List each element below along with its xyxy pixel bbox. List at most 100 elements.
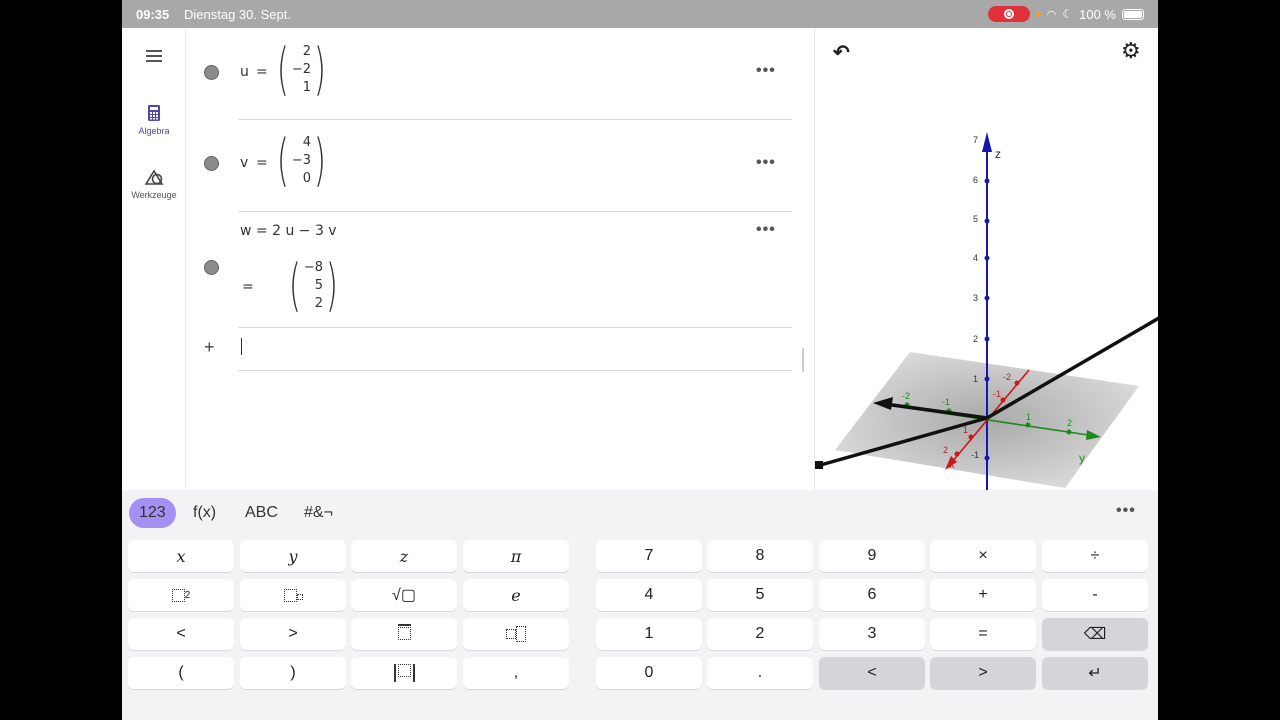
vector-v[interactable]: ( 4 −3 0 ): [272, 133, 331, 189]
visibility-toggle[interactable]: [204, 260, 219, 275]
z-tick-label: 3: [973, 293, 978, 303]
more-options-icon[interactable]: •••: [756, 221, 776, 239]
status-time: 09:35: [136, 7, 170, 22]
placeholder-box-icon: [397, 664, 411, 677]
z-tick-label: 4: [973, 253, 978, 263]
key-multiply[interactable]: ×: [930, 540, 1036, 572]
placeholder-box-icon: [506, 629, 516, 639]
entry-definition[interactable]: w = 2 u − 3 v: [240, 223, 337, 239]
vector-component: 1: [302, 80, 312, 95]
tab-123[interactable]: 123: [129, 498, 176, 528]
sidebar-item-werkzeuge[interactable]: Werkzeuge: [122, 168, 186, 200]
vector-component: 2: [314, 296, 324, 311]
moon-icon: ☾: [1062, 7, 1074, 21]
more-options-icon[interactable]: •••: [756, 154, 776, 172]
key-2[interactable]: 2: [707, 618, 813, 650]
key-greater-than[interactable]: >: [240, 618, 346, 650]
entry-equals: =: [256, 64, 268, 80]
y-tick-label: -1: [942, 397, 950, 407]
panel-resize-handle[interactable]: [802, 348, 804, 372]
key-sqrt[interactable]: √▢: [351, 579, 457, 611]
key-divide[interactable]: ÷: [1042, 540, 1148, 572]
y-tick-label: -2: [902, 391, 910, 401]
cursor-right-icon[interactable]: >: [930, 657, 1036, 689]
divider: [238, 211, 792, 212]
key-close-paren[interactable]: ): [240, 657, 346, 689]
entry-name: v: [240, 155, 249, 171]
key-8[interactable]: 8: [707, 540, 813, 572]
vector-component: −8: [303, 260, 324, 275]
shapes-icon: [144, 169, 164, 185]
y-axis-label: y: [1079, 451, 1085, 465]
tab-symbols[interactable]: #&¬: [294, 498, 343, 528]
key-absolute[interactable]: [351, 657, 457, 689]
key-0[interactable]: 0: [596, 657, 702, 689]
entry-name: u: [240, 64, 249, 80]
mic-indicator-icon: [1035, 11, 1041, 17]
battery-percent: 100 %: [1079, 6, 1116, 22]
key-open-paren[interactable]: (: [128, 657, 234, 689]
key-minus[interactable]: -: [1042, 579, 1148, 611]
cursor-left-icon[interactable]: <: [819, 657, 925, 689]
key-z[interactable]: z: [351, 540, 457, 572]
z-tick-label: -1: [971, 450, 979, 460]
z-tick-label: 6: [973, 175, 978, 185]
key-pi[interactable]: π: [463, 540, 569, 572]
key-overline[interactable]: [351, 618, 457, 650]
status-date: Dienstag 30. Sept.: [184, 7, 291, 22]
key-power[interactable]: [240, 579, 346, 611]
key-e[interactable]: e: [463, 579, 569, 611]
tab-functions[interactable]: f(x): [183, 498, 226, 528]
key-1[interactable]: 1: [596, 618, 702, 650]
key-y[interactable]: y: [240, 540, 346, 572]
z-axis-label: z: [995, 147, 1001, 161]
y-tick-label: 1: [1026, 412, 1031, 422]
vector-w[interactable]: ( −8 5 2 ): [284, 258, 343, 314]
key-6[interactable]: 6: [819, 579, 925, 611]
key-equals[interactable]: =: [930, 618, 1036, 650]
vector-component: 2: [302, 44, 312, 59]
key-9[interactable]: 9: [819, 540, 925, 572]
sidebar-item-algebra[interactable]: Algebra: [122, 104, 186, 136]
graphics-3d-view[interactable]: ↶ ⚙ 1 2 3 4 5 6 7 -1 z 1 2 -1 -2 y 1 2 -…: [814, 28, 1158, 490]
vector-component: 5: [314, 278, 324, 293]
key-4[interactable]: 4: [596, 579, 702, 611]
more-options-icon[interactable]: •••: [756, 62, 776, 80]
key-decimal[interactable]: .: [707, 657, 813, 689]
battery-icon: [1122, 8, 1144, 20]
sidebar: Algebra Werkzeuge: [122, 28, 186, 490]
key-x[interactable]: x: [128, 540, 234, 572]
visibility-toggle[interactable]: [204, 65, 219, 80]
x-tick-label: 2: [943, 445, 948, 455]
key-5[interactable]: 5: [707, 579, 813, 611]
input-cursor[interactable]: [241, 338, 242, 355]
vector-component: −2: [291, 62, 312, 77]
divider: [238, 119, 792, 120]
backspace-icon[interactable]: ⌫: [1042, 618, 1148, 650]
hamburger-menu-icon[interactable]: [146, 50, 162, 62]
key-3[interactable]: 3: [819, 618, 925, 650]
vector-w-arrowhead: [815, 461, 823, 469]
key-square[interactable]: 2: [128, 579, 234, 611]
key-less-than[interactable]: <: [128, 618, 234, 650]
status-bar: 09:35 Dienstag 30. Sept. ◠ ☾ 100 %: [122, 0, 1158, 28]
sidebar-item-label: Algebra: [138, 126, 170, 136]
z-axis-arrow: [982, 132, 992, 152]
key-7[interactable]: 7: [596, 540, 702, 572]
more-options-icon[interactable]: •••: [1116, 502, 1136, 520]
key-subscript[interactable]: [463, 618, 569, 650]
algebra-view: u = ( 2 −2 1 ) ••• v = ( 4 −3 0 ) ••• w …: [186, 28, 814, 490]
virtual-keyboard: 123 f(x) ABC #&¬ ••• x y z π 2 √▢ e < > …: [122, 490, 1158, 720]
key-plus[interactable]: +: [930, 579, 1036, 611]
key-comma[interactable]: ,: [463, 657, 569, 689]
enter-icon[interactable]: ↵: [1042, 657, 1148, 689]
visibility-toggle[interactable]: [204, 156, 219, 171]
tab-abc[interactable]: ABC: [235, 498, 288, 528]
status-right: ◠ ☾ 100 %: [987, 6, 1144, 22]
vector-u[interactable]: ( 2 −2 1 ): [272, 42, 331, 98]
add-icon[interactable]: +: [204, 337, 215, 358]
screen-recording-icon[interactable]: [987, 6, 1030, 22]
divider: [238, 327, 792, 328]
z-tick-label: 5: [973, 214, 978, 224]
entry-equals: =: [256, 155, 268, 171]
